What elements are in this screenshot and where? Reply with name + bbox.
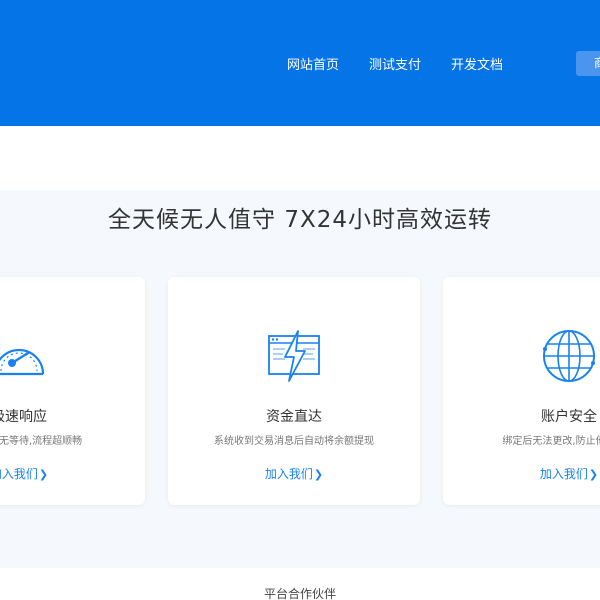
merchant-button[interactable]: 商 [576,51,600,76]
nav-dev-docs[interactable]: 开发文档 [451,54,503,73]
partners-title: 平台合作伙伴 [263,587,336,600]
feature-card-fast-response: 极速响应 单独回调,无等待,流程超顺畅 加入我们❯ [0,277,145,505]
card-title: 资金直达 [266,409,322,425]
header: 网站首页 测试支付 开发文档 商 [0,0,600,126]
card-description: 绑定后无法更改,防止他人修改 [502,436,600,447]
card-description: 单独回调,无等待,流程超顺畅 [0,436,83,447]
card-title: 账户安全 [541,409,597,425]
join-us-label: 加入我们 [0,467,38,481]
chevron-right-icon: ❯ [313,468,324,481]
page: 网站首页 测试支付 开发文档 商 全天候无人值守 7X24小时高效运转 极速响应… [0,0,600,600]
card-title: 极速响应 [0,409,47,425]
speedometer-icon [0,348,45,376]
globe-icon [543,330,595,382]
join-us-label: 加入我们 [539,467,588,481]
nav-home[interactable]: 网站首页 [287,54,339,73]
browser-lightning-icon [268,330,320,382]
feature-card-account-security: 账户安全 绑定后无法更改,防止他人修改 加入我们❯ [443,277,600,505]
join-us-link[interactable]: 加入我们❯ [0,465,145,482]
nav-test-payment[interactable]: 测试支付 [369,54,421,73]
card-description: 系统收到交易消息后自动将余额提现 [214,436,374,447]
feature-card-direct-funds: 资金直达 系统收到交易消息后自动将余额提现 加入我们❯ [168,277,420,505]
chevron-right-icon: ❯ [588,468,599,481]
join-us-label: 加入我们 [264,467,313,481]
chevron-right-icon: ❯ [38,468,49,481]
join-us-link[interactable]: 加入我们❯ [168,465,420,482]
section-title: 全天候无人值守 7X24小时高效运转 [108,207,492,233]
join-us-link[interactable]: 加入我们❯ [443,465,600,482]
